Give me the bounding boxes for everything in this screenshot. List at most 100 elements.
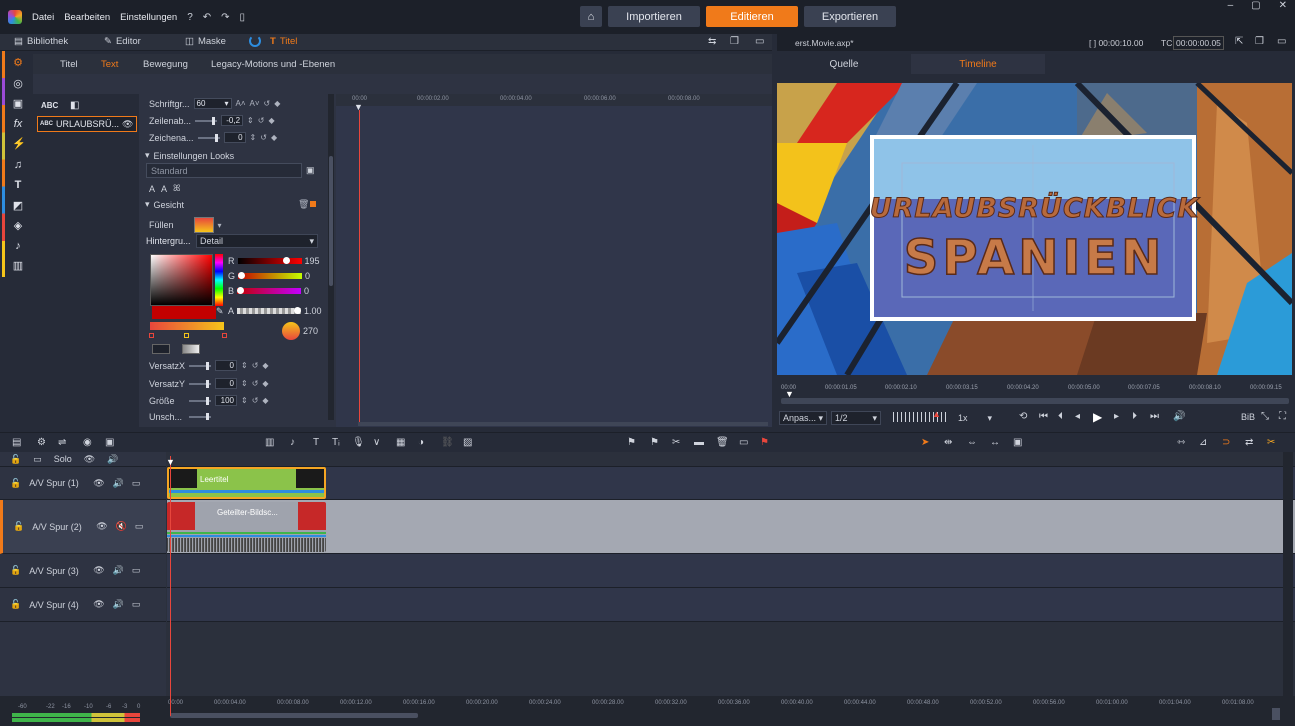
export-frame-icon[interactable]: ⇱ bbox=[1235, 36, 1243, 47]
subtab-titel[interactable]: Titel bbox=[60, 59, 78, 70]
solo-track-icon[interactable]: ▭ bbox=[33, 454, 42, 465]
keyframe-icon[interactable]: ◆ bbox=[271, 133, 277, 142]
home-button[interactable]: ⌂ bbox=[580, 6, 602, 27]
font-size-select[interactable]: 60 ▾ bbox=[193, 98, 232, 109]
speed-select[interactable]: 1x ▾ bbox=[955, 411, 995, 425]
blue-slider[interactable] bbox=[237, 287, 302, 294]
tab-mask[interactable]: ◫ Maske bbox=[185, 36, 226, 47]
visibility-icon[interactable]: 👁 bbox=[96, 521, 107, 532]
red-slider[interactable] bbox=[237, 257, 302, 264]
fx-icon[interactable]: fx bbox=[12, 118, 24, 130]
close-icon[interactable]: ✕ bbox=[1279, 0, 1287, 12]
keyframe-icon[interactable]: ◆ bbox=[262, 361, 268, 370]
play-icon[interactable]: ▶ bbox=[1093, 410, 1102, 424]
line-spacing-slider[interactable] bbox=[195, 116, 218, 125]
color-icon[interactable]: ◑ bbox=[418, 437, 424, 448]
stepper-icon[interactable]: ⇕ bbox=[241, 379, 248, 388]
layers-icon[interactable]: ◈ bbox=[12, 220, 24, 232]
subtitle-icon[interactable]: Tᵢ bbox=[332, 437, 340, 448]
track-header-1[interactable]: 🔓 A/V Spur (1) 👁 🔊 ▭ bbox=[0, 467, 166, 500]
lock-icon[interactable]: 🔓 bbox=[10, 599, 21, 610]
clapper-icon[interactable]: ▣ bbox=[12, 98, 24, 110]
delete-icon[interactable]: 🗑 bbox=[716, 437, 729, 448]
monitor-icon[interactable]: ▭ bbox=[132, 599, 141, 610]
layer-item[interactable]: ABC URLAUBSRÜ... 👁 bbox=[37, 116, 137, 132]
zoom-fit-icon[interactable]: ⇿ bbox=[1177, 437, 1185, 448]
keyframe-icon[interactable]: ◆ bbox=[268, 116, 274, 125]
audio-tool-icon[interactable]: ♪ bbox=[12, 240, 24, 252]
reset-icon[interactable]: ↺ bbox=[252, 361, 259, 370]
video-preview[interactable]: URLAUBSRÜCKBLICK SPANIEN bbox=[777, 83, 1292, 375]
marker-out-icon[interactable]: ⚑ bbox=[650, 437, 659, 448]
copy-icon[interactable]: ❐ bbox=[730, 36, 739, 47]
gradient-radial-button[interactable] bbox=[182, 344, 200, 354]
media-tool-icon[interactable]: ◎ bbox=[12, 78, 24, 90]
text-shadow-icon[interactable]: ꕤ bbox=[173, 183, 181, 194]
char-spacing-input[interactable]: 0 bbox=[223, 132, 246, 143]
gradient-stop-right[interactable] bbox=[222, 333, 227, 338]
layout-icon[interactable]: ▭ bbox=[1277, 36, 1286, 47]
next-frame-icon[interactable]: ⏵ bbox=[1132, 411, 1137, 422]
monitor-icon[interactable]: ▭ bbox=[135, 521, 144, 532]
tab-source[interactable]: Quelle bbox=[777, 54, 911, 74]
prev-frame-icon[interactable]: ⏴ bbox=[1058, 411, 1063, 422]
gear-icon[interactable]: ⚙ bbox=[37, 437, 46, 448]
track-header-3[interactable]: 🔓 A/V Spur (3) 👁 🔊 ▭ bbox=[0, 554, 166, 588]
subtab-text[interactable]: Text bbox=[101, 59, 118, 70]
maximize-icon[interactable]: ▢ bbox=[1251, 0, 1260, 12]
stepper-icon[interactable]: ⇕ bbox=[250, 133, 257, 142]
crop-icon[interactable]: ⤡ bbox=[1261, 411, 1269, 422]
pointer-tool-icon[interactable]: ➤ bbox=[921, 437, 929, 448]
stepper-icon[interactable]: ⇕ bbox=[241, 396, 248, 405]
help-icon[interactable]: ? bbox=[187, 12, 193, 23]
record-icon[interactable]: ◉ bbox=[83, 437, 92, 448]
tab-title[interactable]: T Titel bbox=[270, 36, 297, 47]
loop-icon[interactable]: ⟲ bbox=[1019, 411, 1027, 422]
scrub-track[interactable] bbox=[781, 398, 1289, 404]
audio-levels-icon[interactable]: ▥ bbox=[265, 437, 274, 448]
stretch-tool-icon[interactable]: ↔ bbox=[990, 437, 1000, 448]
visibility-icon[interactable]: 👁 bbox=[93, 565, 104, 576]
background-select[interactable]: Detail ▾ bbox=[196, 234, 318, 248]
swap-icon[interactable]: ⇆ bbox=[708, 36, 716, 47]
text-icon[interactable]: T bbox=[313, 437, 319, 448]
alpha-slider[interactable] bbox=[237, 307, 302, 314]
document-icon[interactable]: ▯ bbox=[240, 12, 246, 23]
snap-icon[interactable]: ⇌ bbox=[58, 437, 66, 448]
timeline-playhead[interactable] bbox=[170, 456, 171, 716]
color-swatch-icon[interactable] bbox=[310, 201, 316, 207]
split-icon[interactable]: ✂ bbox=[672, 437, 680, 448]
timecode-display[interactable]: 00:00:00.05 bbox=[1173, 36, 1224, 50]
add-text-icon[interactable]: ABC bbox=[41, 101, 58, 110]
font-grow-icon[interactable]: A˄ bbox=[236, 99, 246, 108]
monitor-icon[interactable]: ▭ bbox=[132, 565, 141, 576]
timeline-horizontal-scrollbar[interactable] bbox=[170, 713, 418, 718]
mute-icon[interactable]: 🔇 bbox=[116, 521, 127, 532]
lock-icon[interactable]: 🔓 bbox=[10, 454, 21, 465]
track-settings-icon[interactable]: ▤ bbox=[12, 437, 21, 448]
visibility-icon[interactable]: 👁 bbox=[93, 599, 104, 610]
fullscreen-icon[interactable]: ⛶ bbox=[1279, 411, 1286, 422]
visibility-icon[interactable]: 👁 bbox=[122, 119, 133, 130]
track-header-2[interactable]: 🔓 A/V Spur (2) 👁 🔇 ▭ bbox=[0, 500, 166, 554]
title-tool-icon[interactable]: ⚙ bbox=[12, 57, 24, 69]
lock-icon[interactable]: 🔓 bbox=[10, 565, 21, 576]
text-face-icon[interactable]: A bbox=[149, 184, 155, 194]
link-icon[interactable]: ⛓ bbox=[441, 437, 454, 448]
export-button[interactable]: Exportieren bbox=[804, 6, 896, 27]
menu-datei[interactable]: Datei bbox=[32, 12, 54, 23]
size-slider[interactable] bbox=[189, 396, 211, 405]
monitor-icon[interactable]: ▭ bbox=[132, 478, 141, 489]
ripple-icon[interactable]: ⊿ bbox=[1199, 437, 1207, 448]
preview-scrubber[interactable]: 00:00 00:00:01.05 00:00:02.10 00:00:03.1… bbox=[777, 378, 1292, 408]
offset-x-input[interactable]: 0 bbox=[215, 360, 237, 371]
volume-icon[interactable]: 🔊 bbox=[113, 478, 124, 489]
reset-icon[interactable]: ↺ bbox=[252, 396, 259, 405]
color-field[interactable] bbox=[150, 254, 213, 306]
save-icon[interactable]: ▣ bbox=[306, 165, 315, 176]
keyframe-icon[interactable]: ◆ bbox=[274, 99, 280, 108]
stepper-icon[interactable]: ⇕ bbox=[247, 116, 254, 125]
marker-in-icon[interactable]: ⚑ bbox=[627, 437, 636, 448]
copy-icon[interactable]: ❐ bbox=[1255, 36, 1264, 47]
zoom-handle[interactable] bbox=[1272, 708, 1280, 720]
